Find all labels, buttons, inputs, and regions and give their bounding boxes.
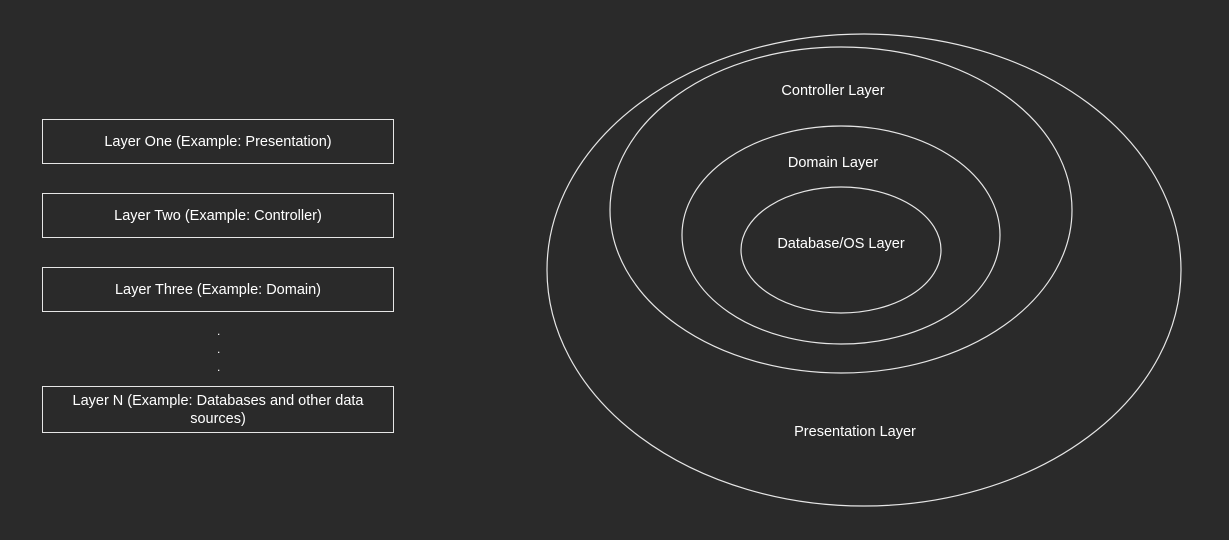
- domain-layer-label: Domain Layer: [787, 155, 879, 171]
- database-layer-label: Database/OS Layer: [777, 236, 905, 252]
- onion-diagram: [546, 33, 1182, 507]
- presentation-layer-label: Presentation Layer: [794, 424, 916, 440]
- controller-layer-label: Controller Layer: [781, 83, 885, 99]
